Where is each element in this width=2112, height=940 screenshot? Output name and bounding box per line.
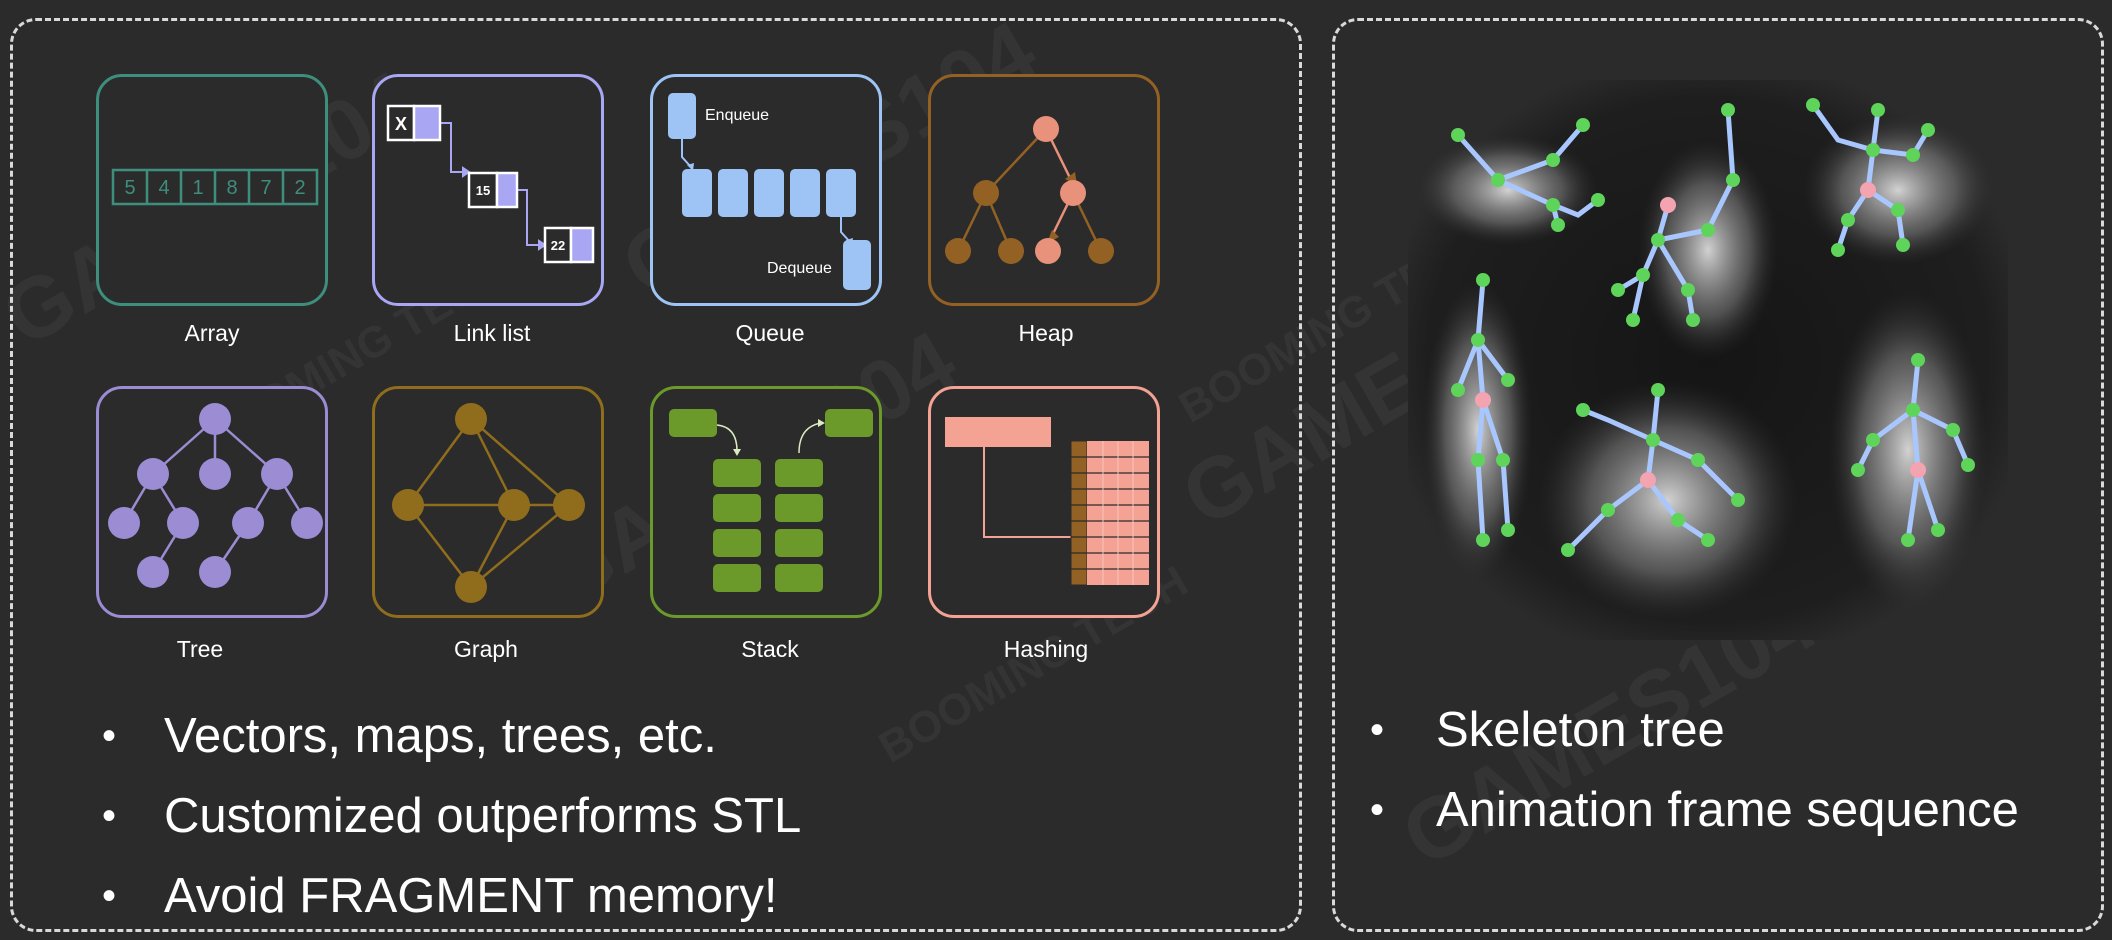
bullet-text: Customized outperforms STL	[164, 789, 802, 843]
bullet-dot: •	[102, 714, 117, 758]
graph-node	[553, 489, 585, 521]
graph-node	[498, 489, 530, 521]
push-arrow	[716, 424, 738, 452]
link-arrow	[441, 122, 463, 173]
skeleton-animation-frames	[1408, 80, 2008, 640]
hash-arrow	[983, 447, 1073, 538]
heap-node	[973, 180, 999, 206]
queue-diagram: Enqueue Dequeue	[668, 93, 871, 290]
hashing-label: Hashing	[1003, 636, 1089, 662]
tree-node	[137, 556, 169, 588]
hashing-diagram	[945, 417, 1149, 586]
bullet-dot: •	[102, 794, 117, 838]
graph-diagram	[392, 403, 585, 603]
bullet-dot: •	[1370, 788, 1385, 832]
bullet-text: Avoid FRAGMENT memory!	[164, 869, 778, 923]
graph-node	[455, 571, 487, 603]
bullet-text: Skeleton tree	[1436, 703, 1725, 757]
link-node-value: 15	[476, 183, 490, 198]
bullet-item: • Skeleton tree	[1332, 690, 2019, 770]
hash-key	[945, 417, 1051, 447]
bullet-item: • Vectors, maps, trees, etc.	[14, 696, 801, 776]
graph-node	[392, 489, 424, 521]
heap-node	[998, 238, 1024, 264]
graph-node	[455, 403, 487, 435]
linklist-label: Link list	[453, 320, 531, 346]
push-item	[669, 409, 717, 437]
heap-card	[928, 74, 1160, 306]
tree-label: Tree	[176, 636, 224, 662]
bullet-item: • Customized outperforms STL	[14, 776, 801, 856]
heap-node	[1088, 238, 1114, 264]
enqueue-label: Enqueue	[705, 107, 769, 124]
array-value: 4	[158, 177, 169, 199]
graph-card	[372, 386, 604, 618]
bullet-dot: •	[102, 874, 117, 918]
heap-node	[1060, 180, 1086, 206]
array-value: 1	[192, 177, 203, 199]
array-label: Array	[184, 320, 240, 346]
tree-node	[199, 556, 231, 588]
array-value: 8	[226, 177, 237, 199]
link-arrow	[515, 189, 539, 246]
tree-node	[167, 507, 199, 539]
left-bullet-list: • Vectors, maps, trees, etc. • Customized …	[14, 696, 801, 936]
tree-node	[261, 458, 293, 490]
hashing-card	[928, 386, 1160, 618]
hash-bucket-index	[1070, 440, 1088, 586]
tree-node	[291, 507, 323, 539]
tree-node	[199, 458, 231, 490]
linklist-diagram: X 15 22	[386, 104, 595, 264]
linklist-card: X 15 22	[372, 74, 604, 306]
stack-card	[650, 386, 882, 618]
array-value: 7	[260, 177, 271, 199]
stack-diagram	[669, 409, 873, 592]
queue-card: Enqueue Dequeue	[650, 74, 882, 306]
pop-item	[825, 409, 873, 437]
dequeue-arrow	[840, 217, 851, 243]
pop-arrow	[798, 422, 822, 454]
tree-card	[96, 386, 328, 618]
link-node-value: 22	[551, 238, 565, 253]
tree-node	[137, 458, 169, 490]
link-node-value: X	[395, 114, 407, 134]
tree-node	[199, 403, 231, 435]
tree-node	[108, 507, 140, 539]
heap-node	[945, 238, 971, 264]
array-value: 2	[294, 177, 305, 199]
right-bullet-list: • Skeleton tree • Animation frame sequence	[1332, 690, 2019, 850]
array-card: 5 4 1 8 7 2	[96, 74, 328, 306]
heap-node	[1035, 238, 1061, 264]
bullet-text: Vectors, maps, trees, etc.	[164, 709, 717, 763]
bullet-dot: •	[1370, 708, 1385, 752]
tree-diagram	[108, 403, 323, 588]
bullet-text: Animation frame sequence	[1436, 783, 2019, 837]
array-value: 5	[124, 177, 135, 199]
dequeue-label: Dequeue	[767, 260, 832, 277]
heap-node	[1033, 116, 1059, 142]
enqueue-arrow	[681, 139, 692, 168]
queue-label: Queue	[735, 320, 805, 346]
graph-label: Graph	[454, 636, 518, 662]
tree-node	[232, 507, 264, 539]
bullet-item: • Animation frame sequence	[1332, 770, 2019, 850]
bullet-item: • Avoid FRAGMENT memory!	[14, 856, 801, 936]
heap-label: Heap	[1018, 320, 1074, 346]
array-diagram: 5 4 1 8 7 2	[111, 168, 319, 206]
heap-diagram	[945, 116, 1114, 264]
stack-label: Stack	[741, 636, 799, 662]
